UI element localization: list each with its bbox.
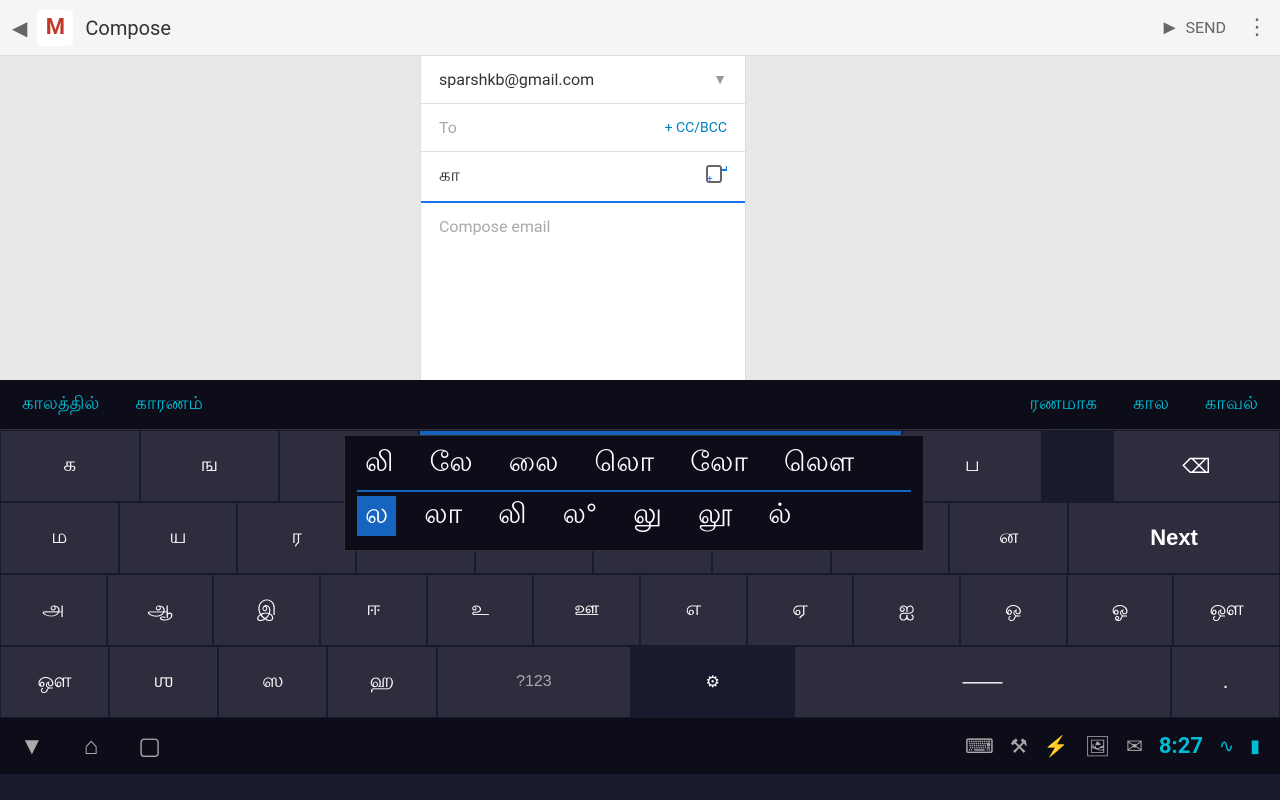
space-key[interactable]: —— [794, 646, 1171, 718]
subject-row[interactable]: + [421, 152, 745, 203]
send-button[interactable]: ► SEND [1154, 15, 1226, 40]
key-uu[interactable]: ஊ [533, 574, 640, 646]
popup-char-lhal[interactable]: ல் [760, 496, 799, 536]
key-ee[interactable]: ஏ [747, 574, 854, 646]
key-au2[interactable]: ஔ [0, 646, 109, 718]
gmail-logo: M [37, 10, 73, 46]
key-sha[interactable]: ஶ [109, 646, 218, 718]
send-arrow-icon: ► [1160, 15, 1180, 40]
nav-recents-icon[interactable]: ▢ [138, 732, 161, 760]
popup-char-la-selected[interactable]: ல [357, 496, 396, 536]
popup-row-1: லி லே லை லொ லோ லௌ [357, 444, 911, 484]
more-options-icon[interactable]: ⋮ [1246, 15, 1268, 40]
popup-row-2: ல லா லி ல° லு லூ ல் [357, 496, 911, 536]
popup-char-loo[interactable]: லோ [682, 444, 756, 484]
body-placeholder: Compose email [439, 217, 550, 236]
key-i[interactable]: இ [213, 574, 320, 646]
mail-icon: ✉ [1126, 734, 1143, 758]
status-bar: ▼ ⌂ ▢ ⌨ ⚒ ⚡ 🖼 ✉ 8:27 ∿ ▮ [0, 718, 1280, 774]
key-ra[interactable]: ர [237, 502, 356, 574]
status-right: ⌨ ⚒ ⚡ 🖼 ✉ 8:27 ∿ ▮ [965, 734, 1260, 759]
keyboard-icon: ⌨ [965, 734, 994, 758]
key-space-top [1042, 430, 1113, 502]
keyboard-row-4: ஔ ஶ ஸ ஹ ?123 ⚙ —— . [0, 646, 1280, 718]
key-na[interactable]: ன [949, 502, 1068, 574]
key-nga[interactable]: ங [140, 430, 280, 502]
expand-arrow-icon[interactable]: ▼ [713, 71, 727, 88]
from-email: sparshkb@gmail.com [439, 70, 594, 89]
period-key[interactable]: . [1171, 646, 1280, 718]
key-ya[interactable]: ய [119, 502, 238, 574]
key-e[interactable]: எ [640, 574, 747, 646]
usb-icon: ⚡ [1044, 734, 1069, 758]
ac-word-5[interactable]: காவல் [1187, 393, 1276, 416]
keyboard-row-3: அ ஆ இ ஈ உ ஊ எ ஏ ஐ ஒ ஓ ஔ [0, 574, 1280, 646]
popup-char-luu[interactable]: லூ [690, 496, 740, 536]
subject-input[interactable] [439, 166, 703, 187]
key-u[interactable]: உ [427, 574, 534, 646]
svg-text:+: + [707, 174, 713, 185]
popup-char-lai[interactable]: லை [501, 444, 567, 484]
android-icon: ⚒ [1010, 734, 1028, 758]
ac-word-1[interactable]: காலத்தில் [4, 393, 117, 416]
popup-char-lo[interactable]: லொ [586, 444, 662, 484]
wifi-icon: ∿ [1219, 736, 1234, 757]
ac-word-4[interactable]: கால [1115, 393, 1187, 416]
popup-divider [357, 490, 911, 492]
popup-char-laa[interactable]: லா [416, 496, 470, 536]
settings-icon-key[interactable]: ⚙ [631, 646, 794, 718]
topbar: ◀ M Compose ► SEND ⋮ [0, 0, 1280, 56]
photo-icon: 🖼 [1085, 734, 1110, 758]
key-sa[interactable]: ஸ [218, 646, 327, 718]
body-row[interactable]: Compose email [421, 203, 745, 263]
next-key[interactable]: Next [1068, 502, 1280, 574]
from-row: sparshkb@gmail.com ▼ [421, 56, 745, 104]
to-row[interactable]: To + CC/BCC [421, 104, 745, 152]
popup-char-lu[interactable]: லு [625, 496, 670, 536]
compose-area-wrapper: sparshkb@gmail.com ▼ To + CC/BCC + [0, 56, 1280, 436]
popup-char-ldeg[interactable]: ல° [555, 496, 605, 536]
back-arrow-icon[interactable]: ◀ [12, 16, 27, 40]
popup-char-lau[interactable]: லௌ [776, 444, 862, 484]
keyboard-area: காலத்தில் காரணம் ரணமாக கால காவல் லி லே ல… [0, 380, 1280, 800]
to-label: To [439, 118, 665, 137]
send-label: SEND [1185, 18, 1226, 37]
nav-buttons: ▼ ⌂ ▢ [20, 732, 161, 761]
ac-word-3[interactable]: ரணமாக [1011, 393, 1115, 416]
compose-form: sparshkb@gmail.com ▼ To + CC/BCC + [420, 56, 746, 436]
key-ma[interactable]: ம [0, 502, 119, 574]
autocomplete-bar: காலத்தில் காரணம் ரணமாக கால காவல் [0, 380, 1280, 430]
key-ka[interactable]: க [0, 430, 140, 502]
cc-bcc-button[interactable]: + CC/BCC [665, 120, 727, 136]
key-aa[interactable]: ஆ [107, 574, 214, 646]
nav-back-icon[interactable]: ▼ [20, 732, 44, 761]
key-ai[interactable]: ஐ [853, 574, 960, 646]
gmail-m-letter: M [46, 15, 65, 40]
popup-char-le[interactable]: லே [422, 444, 481, 484]
status-time: 8:27 [1159, 734, 1203, 759]
key-o[interactable]: ஒ [960, 574, 1067, 646]
key-a[interactable]: அ [0, 574, 107, 646]
suggestion-popup: லி லே லை லொ லோ லௌ ல லா லி ல° லு லூ ல் [344, 435, 924, 551]
popup-char-li2[interactable]: லி [490, 496, 535, 536]
key-au[interactable]: ஔ [1173, 574, 1280, 646]
nav-home-icon[interactable]: ⌂ [84, 732, 99, 761]
key-ha[interactable]: ஹ [327, 646, 436, 718]
key-oo[interactable]: ஓ [1067, 574, 1174, 646]
key-ii[interactable]: ஈ [320, 574, 427, 646]
backspace-key[interactable]: ⌫ [1113, 430, 1280, 502]
ac-word-2[interactable]: காரணம் [117, 393, 221, 416]
attach-icon[interactable]: + [703, 162, 727, 191]
popup-char-li[interactable]: லி [357, 444, 402, 484]
battery-icon: ▮ [1250, 736, 1260, 757]
page-title: Compose [85, 16, 1153, 40]
num-key[interactable]: ?123 [437, 646, 632, 718]
